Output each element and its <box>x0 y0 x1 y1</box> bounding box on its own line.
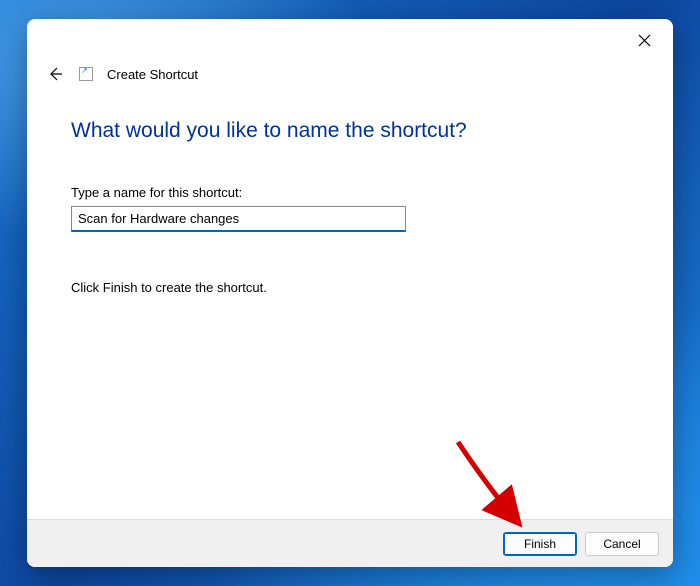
cancel-button[interactable]: Cancel <box>585 532 659 556</box>
dialog-body: What would you like to name the shortcut… <box>27 87 673 519</box>
shortcut-name-input[interactable] <box>71 206 406 232</box>
shortcut-name-label: Type a name for this shortcut: <box>71 185 629 200</box>
dialog-footer: Finish Cancel <box>27 519 673 567</box>
dialog-titlebar <box>27 19 673 51</box>
finish-button[interactable]: Finish <box>503 532 577 556</box>
dialog-title: Create Shortcut <box>107 67 198 82</box>
dialog-header: Create Shortcut <box>27 51 673 87</box>
instruction-text: Click Finish to create the shortcut. <box>71 280 629 295</box>
shortcut-icon <box>79 67 93 81</box>
dialog-heading: What would you like to name the shortcut… <box>71 119 629 143</box>
create-shortcut-dialog: Create Shortcut What would you like to n… <box>27 19 673 567</box>
back-arrow-icon <box>47 66 63 82</box>
close-icon <box>638 34 651 47</box>
back-button[interactable] <box>45 64 65 84</box>
